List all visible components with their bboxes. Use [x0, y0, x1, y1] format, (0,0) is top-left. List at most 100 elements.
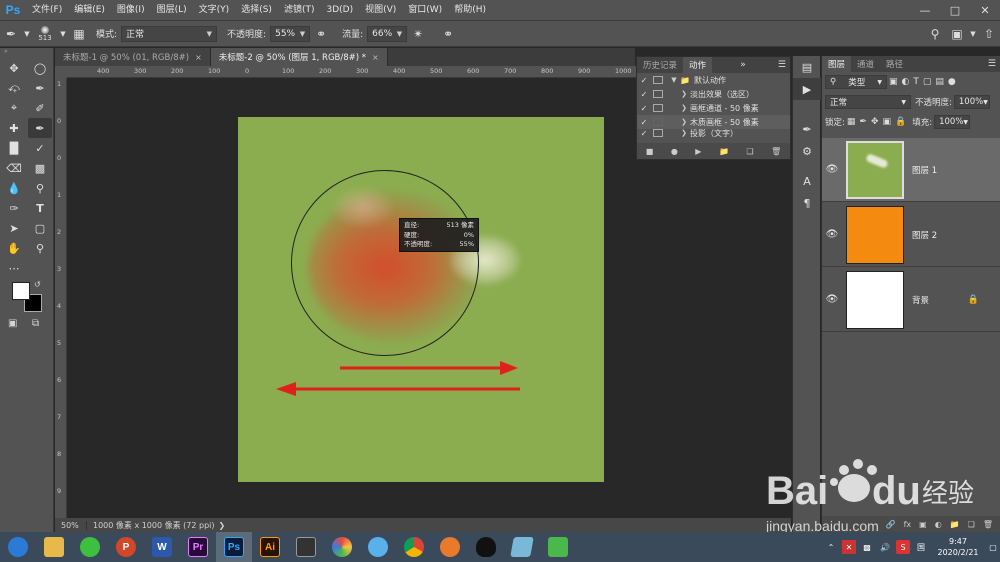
menu-image[interactable]: 图像(I): [111, 0, 151, 20]
zoom-level[interactable]: 50%: [55, 520, 87, 530]
taskbar-app-fox[interactable]: [432, 532, 468, 562]
tab-document-2[interactable]: 未标题-2 @ 50% (图层 1, RGB/8#) * ×: [210, 48, 388, 66]
vertical-ruler[interactable]: 1001234567891: [55, 78, 67, 532]
dodge-tool-icon[interactable]: ⚲: [28, 178, 52, 198]
crop-tool-icon[interactable]: ⌖: [2, 98, 26, 118]
move-tool-icon[interactable]: ✥: [2, 58, 26, 78]
character-panel-icon[interactable]: A: [793, 170, 821, 192]
layer-row-layer-2[interactable]: 👁 图层 2: [822, 203, 1000, 267]
layer-style-icon[interactable]: fx: [904, 520, 912, 529]
foreground-color-swatch[interactable]: [12, 282, 30, 300]
network-icon[interactable]: ▩: [860, 540, 874, 554]
menu-window[interactable]: 窗口(W): [402, 0, 448, 20]
chevron-down-icon[interactable]: ▼: [668, 76, 680, 84]
maximize-button[interactable]: □: [940, 0, 970, 20]
actions-panel-icon[interactable]: ▶: [793, 78, 821, 100]
stop-icon[interactable]: ■: [646, 147, 654, 156]
play-icon[interactable]: ▶: [695, 147, 701, 156]
action-set-default[interactable]: ✓ ▼ 📁 默认动作: [637, 73, 790, 87]
gradient-tool-icon[interactable]: ▩: [28, 158, 52, 178]
taskbar-app-image-viewer[interactable]: [540, 532, 576, 562]
taskbar-app-premiere[interactable]: Pr: [180, 532, 216, 562]
check-icon[interactable]: ✓: [637, 118, 651, 127]
brush-size-picker[interactable]: 513: [32, 23, 58, 45]
taskbar-app-wechat[interactable]: [72, 532, 108, 562]
taskbar-app-illustrator[interactable]: Ai: [252, 532, 288, 562]
blur-tool-icon[interactable]: 💧: [2, 178, 26, 198]
pixel-filter-icon[interactable]: ▣: [889, 77, 898, 87]
menu-help[interactable]: 帮助(H): [448, 0, 492, 20]
shape-tool-icon[interactable]: ▢: [28, 218, 52, 238]
taskbar-app-colorful[interactable]: [324, 532, 360, 562]
dialog-toggle-icon[interactable]: [653, 118, 663, 126]
volume-icon[interactable]: 🔊: [878, 540, 892, 554]
brush-settings-icon[interactable]: ✒: [793, 118, 821, 140]
menu-select[interactable]: 选择(S): [235, 0, 278, 20]
pressure-opacity-icon[interactable]: ⚭: [310, 23, 332, 45]
new-action-icon[interactable]: ❏: [746, 147, 753, 156]
check-icon[interactable]: ✓: [637, 104, 651, 113]
taskbar-app-chrome[interactable]: [396, 532, 432, 562]
delete-icon[interactable]: 🗑: [771, 147, 781, 156]
lock-all-icon[interactable]: 🔒: [895, 117, 906, 127]
menu-view[interactable]: 视图(V): [359, 0, 402, 20]
tab-actions[interactable]: 动作: [683, 57, 713, 73]
quick-select-tool-icon[interactable]: ✒: [28, 78, 52, 98]
adjustments-icon[interactable]: ⚙: [793, 140, 821, 162]
new-layer-icon[interactable]: ❏: [968, 520, 975, 529]
menu-3d[interactable]: 3D(D): [320, 0, 359, 20]
pressure-size-icon[interactable]: ⚭: [437, 23, 459, 45]
delete-layer-icon[interactable]: 🗑: [983, 520, 993, 529]
clone-stamp-tool-icon[interactable]: █: [2, 138, 26, 158]
sogou-input-icon[interactable]: S: [896, 540, 910, 554]
quick-mask-icon[interactable]: ▣: [8, 318, 17, 329]
layer-opacity-field[interactable]: 100% ▼: [953, 95, 990, 109]
tab-history[interactable]: 历史记录: [637, 57, 683, 73]
tab-channels[interactable]: 通道: [851, 56, 880, 72]
chevron-right-icon[interactable]: ❯: [219, 521, 226, 530]
chevron-up-icon[interactable]: ⌃: [824, 540, 838, 554]
ruler-origin[interactable]: [55, 66, 67, 78]
brush-tool-icon[interactable]: ✒: [28, 118, 52, 138]
close-button[interactable]: ✕: [970, 0, 1000, 20]
blend-mode-select[interactable]: 正常 ▼: [825, 95, 911, 109]
menu-file[interactable]: 文件(F): [26, 0, 68, 20]
flow-field[interactable]: 66% ▼: [367, 25, 408, 42]
path-select-tool-icon[interactable]: ➤: [2, 218, 26, 238]
taskbar-app-powerpoint[interactable]: P: [108, 532, 144, 562]
panel-menu-icon[interactable]: ☰: [984, 59, 1000, 69]
fill-field[interactable]: 100% ▼: [934, 115, 971, 129]
lock-transparent-icon[interactable]: ▦: [847, 117, 856, 127]
visibility-eye-icon[interactable]: 👁: [822, 164, 842, 175]
taskbar-app-video[interactable]: [288, 532, 324, 562]
chevron-down-icon[interactable]: ▼: [58, 23, 68, 45]
taskbar-app-notes[interactable]: [504, 532, 540, 562]
layer-name[interactable]: 背景: [912, 294, 929, 306]
link-layers-icon[interactable]: 🔗: [886, 520, 896, 529]
dialog-toggle-icon[interactable]: [653, 104, 663, 112]
taskbar-app-browser[interactable]: [0, 532, 36, 562]
adjustment-layer-icon[interactable]: ◐: [935, 520, 942, 529]
layer-name[interactable]: 图层 1: [912, 164, 937, 176]
chevron-down-icon[interactable]: ▼: [22, 23, 32, 45]
new-set-icon[interactable]: 📁: [719, 147, 729, 156]
mode-select[interactable]: 正常 ▼: [121, 25, 218, 42]
taskbar-clock[interactable]: 9:47 2020/2/21: [930, 536, 986, 558]
lasso-tool-icon[interactable]: ⤽: [2, 78, 26, 98]
filter-toggle-icon[interactable]: ●: [948, 77, 956, 87]
menu-filter[interactable]: 滤镜(T): [278, 0, 321, 20]
action-item[interactable]: ✓ ❯ 投影（文字）: [637, 129, 790, 137]
adjustment-filter-icon[interactable]: ◐: [902, 77, 910, 87]
tab-layers[interactable]: 图层: [822, 56, 852, 72]
layer-row-background[interactable]: 👁 背景 🔒: [822, 268, 1000, 332]
history-brush-tool-icon[interactable]: ✓: [28, 138, 52, 158]
add-mask-icon[interactable]: ▣: [919, 520, 927, 529]
eraser-tool-icon[interactable]: ⌫: [2, 158, 26, 178]
dialog-toggle-icon[interactable]: [653, 129, 663, 137]
zoom-tool-icon[interactable]: ⚲: [28, 238, 52, 258]
layer-row-layer-1[interactable]: 👁 图层 1: [822, 138, 1000, 202]
lock-artboard-icon[interactable]: ▣: [882, 117, 891, 127]
healing-brush-tool-icon[interactable]: ✚: [2, 118, 26, 138]
lock-position-icon[interactable]: ✥: [871, 117, 879, 127]
search-icon[interactable]: ⚲: [924, 23, 946, 45]
